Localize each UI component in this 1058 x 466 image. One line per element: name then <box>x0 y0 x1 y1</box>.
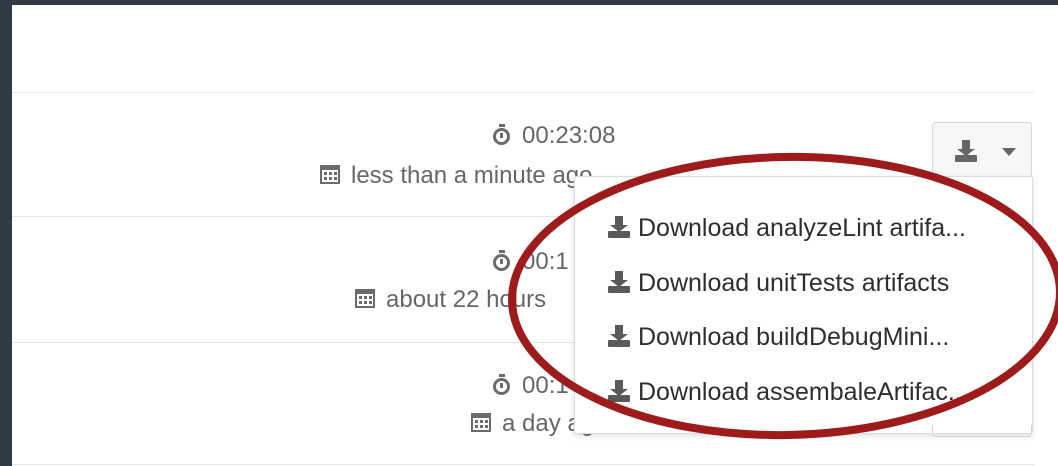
stopwatch-icon <box>488 122 514 150</box>
menu-item-label: Download buildDebugMini... <box>638 323 950 351</box>
created-text: less than a minute ago <box>351 162 593 189</box>
menu-item-label: Download assembaleArtifac... <box>638 378 969 406</box>
stopwatch-icon <box>488 372 514 400</box>
caret-down-icon <box>1002 148 1016 156</box>
stopwatch-icon <box>488 248 514 276</box>
download-icon <box>608 380 630 402</box>
download-icon <box>608 325 630 347</box>
menu-item-analyzelint[interactable]: Download analyzeLint artifa... <box>608 208 1018 248</box>
download-icon <box>608 271 630 293</box>
pipeline-list-panel: 00:23:08 less than a minute ago 00:1 abo… <box>12 5 1058 466</box>
menu-item-assembaleartifacts[interactable]: Download assembaleArtifac... <box>608 372 1018 412</box>
menu-item-unittests[interactable]: Download unitTests artifacts <box>608 263 1018 303</box>
row-divider <box>12 464 1034 465</box>
menu-item-label: Download analyzeLint artifa... <box>638 214 966 242</box>
row-created: about 22 hours <box>352 286 546 314</box>
download-icon <box>608 216 630 238</box>
calendar-icon <box>468 410 494 438</box>
duration-text: 00:1 <box>522 372 569 399</box>
next-row-button-edge <box>932 425 1032 437</box>
calendar-icon <box>317 162 343 190</box>
row-created: less than a minute ago <box>317 162 593 190</box>
created-text: about 22 hours <box>386 286 547 313</box>
download-artifacts-button[interactable] <box>932 122 1032 178</box>
row-divider <box>12 92 1034 93</box>
duration-text: 00:1 <box>522 248 569 275</box>
row-duration: 00:1 <box>488 372 569 400</box>
download-artifacts-menu: Download analyzeLint artifa... Download … <box>574 176 1033 434</box>
menu-item-label: Download unitTests artifacts <box>638 269 950 297</box>
download-icon <box>955 140 977 162</box>
calendar-icon <box>352 286 378 314</box>
row-duration: 00:23:08 <box>488 122 615 150</box>
row-duration: 00:1 <box>488 248 569 276</box>
menu-item-builddebugmini[interactable]: Download buildDebugMini... <box>608 317 1018 357</box>
duration-text: 00:23:08 <box>522 122 616 149</box>
